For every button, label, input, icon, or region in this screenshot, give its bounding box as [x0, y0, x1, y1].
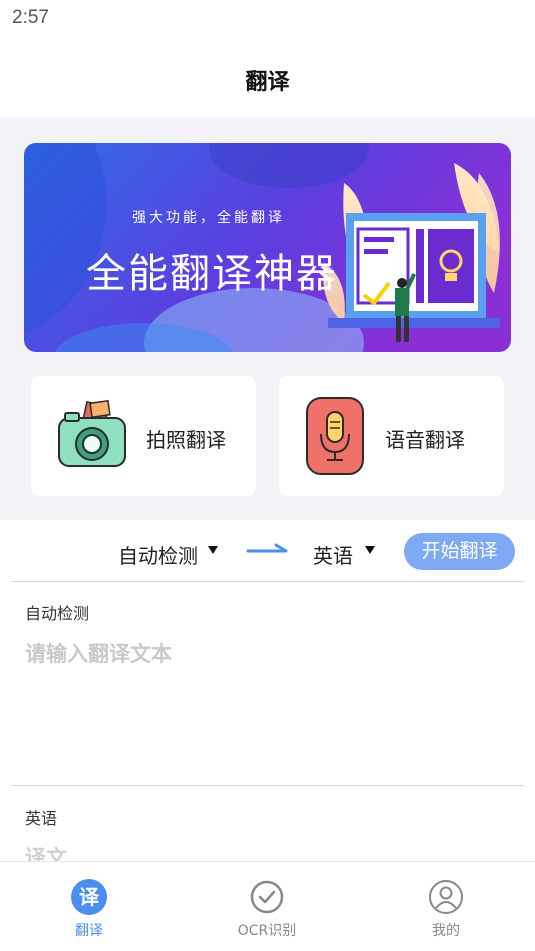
target-dropdown-icon[interactable]	[365, 546, 375, 554]
tab-translate-label: 翻译	[75, 923, 103, 939]
translate-icon: 译	[71, 879, 107, 915]
language-bar: 自动检测 英语 开始翻译	[0, 520, 535, 582]
status-time: 2:57	[12, 7, 49, 28]
voice-translate-card[interactable]: 语音翻译	[279, 376, 504, 496]
divider	[11, 581, 524, 582]
tab-mine[interactable]: 我的	[386, 862, 506, 951]
title-bar: 翻译	[0, 38, 535, 118]
tab-ocr[interactable]: OCR识别	[207, 862, 327, 951]
target-panel-label: 英语	[25, 809, 58, 828]
start-translate-button[interactable]: 开始翻译	[404, 533, 515, 570]
divider	[11, 785, 524, 786]
source-language-select[interactable]: 自动检测	[118, 540, 198, 569]
source-text-input[interactable]	[25, 638, 515, 768]
translation-output: 译文	[25, 846, 67, 862]
status-bar: 2:57	[0, 0, 535, 38]
tab-translate[interactable]: 译 翻译	[29, 862, 149, 951]
voice-translate-label: 语音翻译	[385, 428, 465, 452]
banner-subtitle: 强大功能，全能翻译	[132, 210, 285, 226]
photo-translate-card[interactable]: 拍照翻译	[31, 376, 256, 496]
target-language-select[interactable]: 英语	[313, 540, 353, 569]
tab-ocr-label: OCR识别	[237, 923, 297, 939]
photo-translate-label: 拍照翻译	[146, 428, 226, 452]
check-circle-icon	[250, 880, 284, 914]
bottom-tab-bar: 译 翻译 OCR识别 我的	[0, 861, 535, 951]
user-icon	[429, 880, 463, 914]
arrow-right-icon[interactable]	[246, 542, 290, 556]
camera-icon	[58, 400, 126, 467]
source-panel-label: 自动检测	[25, 604, 90, 623]
banner-title: 全能翻译神器	[86, 251, 338, 297]
tab-mine-label: 我的	[432, 923, 460, 939]
microphone-icon	[306, 397, 364, 475]
source-dropdown-icon[interactable]	[208, 546, 218, 554]
promo-banner[interactable]: 强大功能，全能翻译 全能翻译神器	[24, 143, 511, 352]
page-title: 翻译	[245, 70, 290, 95]
